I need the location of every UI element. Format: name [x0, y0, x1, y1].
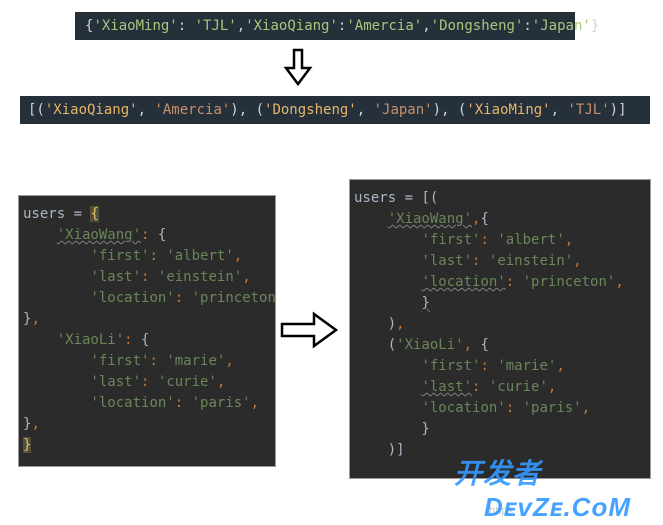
dict-token: 'Dongsheng': [431, 18, 524, 34]
dict-token: 'TJL': [195, 18, 237, 34]
dict-token: 'XiaoQiang': [245, 18, 338, 34]
arrow-down-icon: [280, 48, 316, 88]
list-token: ,: [551, 102, 568, 118]
list-token: 'XiaoQiang': [45, 102, 138, 118]
dict-token: ,: [422, 18, 430, 34]
arrow-right-icon: [280, 310, 340, 350]
dict-token: ,: [237, 18, 245, 34]
dict-token: 'Japan': [532, 18, 591, 34]
list-token: ), (: [230, 102, 264, 118]
list-token: ), (: [433, 102, 467, 118]
list-token: )]: [610, 102, 627, 118]
list-token: 'TJL': [567, 102, 609, 118]
dict-token: }: [591, 18, 599, 34]
watermark-logo: 开发者DᴇᴠZᴇ.CᴏM: [454, 452, 631, 523]
dict-token: :: [178, 18, 195, 34]
list-token: ,: [138, 102, 155, 118]
dict-literal-display: {'XiaoMing': 'TJL','XiaoQiang':'Amercia'…: [75, 12, 575, 40]
list-of-tuples-display: [('XiaoQiang', 'Amercia'), ('Dongsheng',…: [20, 96, 650, 124]
code-block-left: users = { 'XiaoWang': { 'first': 'albert…: [18, 195, 276, 467]
dict-token: 'XiaoMing': [93, 18, 177, 34]
list-token: 'XiaoMing': [466, 102, 550, 118]
dict-token: 'Amercia': [346, 18, 422, 34]
list-token: 'Japan': [374, 102, 433, 118]
dict-token: :: [523, 18, 531, 34]
list-token: 'Amercia': [154, 102, 230, 118]
code-block-right: users = [( 'XiaoWang',{ 'first': 'albert…: [349, 179, 651, 479]
list-token: 'Dongsheng': [264, 102, 357, 118]
list-token: [(: [28, 102, 45, 118]
list-token: ,: [357, 102, 374, 118]
